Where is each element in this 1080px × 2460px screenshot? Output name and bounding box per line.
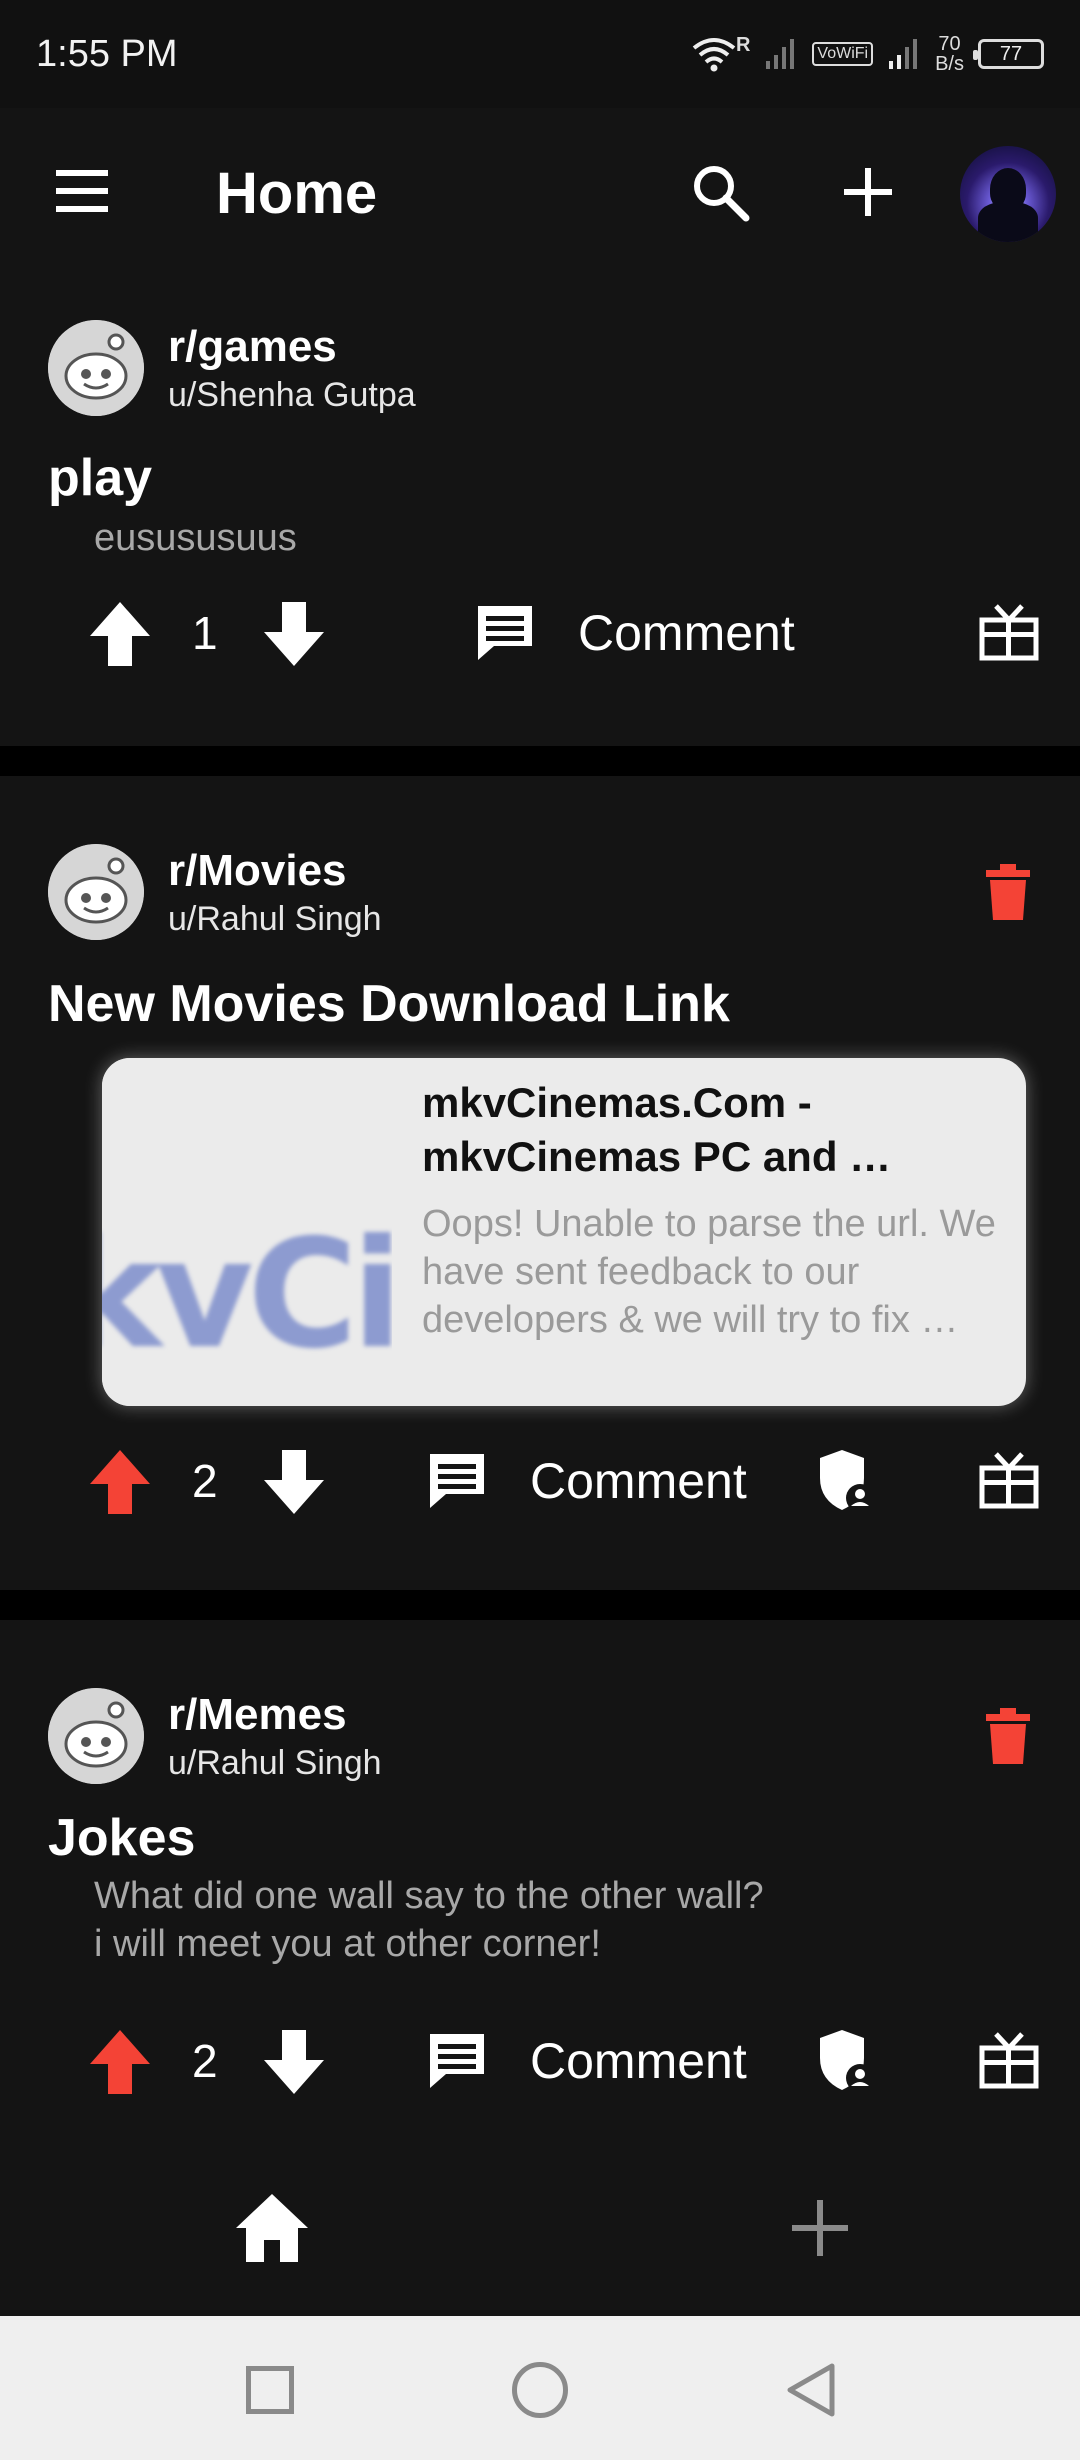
shield-user-icon[interactable] — [818, 1448, 876, 1514]
status-time: 1:55 PM — [36, 32, 178, 75]
post-author[interactable]: u/Rahul Singh — [168, 900, 382, 939]
search-icon[interactable] — [690, 162, 752, 224]
subreddit-name[interactable]: r/Movies — [168, 846, 347, 896]
link-description: Oops! Unable to parse the url. We have s… — [422, 1203, 996, 1341]
post-body-line: i will meet you at other corner! — [94, 1923, 601, 1965]
downvote-icon[interactable] — [262, 1448, 326, 1516]
app-bar: Home — [0, 108, 1080, 278]
battery-icon: 77 — [973, 39, 1044, 69]
page-title: Home — [216, 161, 378, 226]
comment-icon[interactable] — [426, 2030, 488, 2092]
subreddit-name[interactable]: r/games — [168, 322, 337, 372]
system-navigation-bar — [0, 2316, 1080, 2460]
bottom-nav — [0, 2144, 1080, 2316]
home-icon[interactable] — [232, 2188, 312, 2268]
avatar[interactable] — [960, 146, 1056, 242]
downvote-icon[interactable] — [262, 2028, 326, 2096]
recents-button[interactable] — [246, 2366, 294, 2414]
post-title[interactable]: play — [48, 448, 152, 508]
comment-icon[interactable] — [426, 1450, 488, 1512]
snoo-icon — [48, 1688, 144, 1784]
comment-button[interactable]: Comment — [578, 604, 795, 662]
status-icons: R VoWiFi 70 B/s 77 — [692, 34, 1044, 74]
gift-icon[interactable] — [978, 602, 1040, 662]
add-tab-icon[interactable] — [780, 2188, 860, 2268]
post-body: eusususuus — [94, 517, 297, 559]
post-divider — [0, 746, 1080, 776]
vote-score: 2 — [192, 1455, 218, 1507]
post-body-line: What did one wall say to the other wall? — [94, 1875, 764, 1917]
shield-user-icon[interactable] — [818, 2028, 876, 2094]
trash-icon[interactable] — [986, 864, 1030, 920]
post-author[interactable]: u/Shenha Gutpa — [168, 376, 416, 415]
snoo-icon — [48, 320, 144, 416]
post-author[interactable]: u/Rahul Singh — [168, 1744, 382, 1783]
post-divider — [0, 1590, 1080, 1620]
vote-score: 1 — [192, 607, 218, 659]
comment-button[interactable]: Comment — [530, 1452, 747, 1510]
trash-icon[interactable] — [986, 1708, 1030, 1764]
post-body: What did one wall say to the other wall?… — [94, 1872, 764, 1968]
roaming-indicator: R — [735, 34, 751, 56]
upvote-icon[interactable] — [88, 2028, 152, 2096]
comment-icon[interactable] — [474, 602, 536, 664]
post-card[interactable]: r/Movies u/Rahul Singh New Movies Downlo… — [0, 776, 1080, 1590]
gift-icon[interactable] — [978, 1450, 1040, 1510]
post-card[interactable]: r/games u/Shenha Gutpa play eusususuus 1… — [0, 278, 1080, 746]
signal-icon-2 — [889, 39, 918, 69]
back-icon[interactable] — [784, 2362, 840, 2418]
post-title[interactable]: Jokes — [48, 1808, 195, 1868]
vowifi-badge: VoWiFi — [812, 42, 874, 66]
menu-icon[interactable] — [52, 166, 112, 216]
status-bar: 1:55 PM R VoWiFi 70 B/s 77 — [0, 0, 1080, 108]
downvote-icon[interactable] — [262, 600, 326, 668]
upvote-icon[interactable] — [88, 1448, 152, 1516]
snoo-icon — [48, 844, 144, 940]
wifi-icon — [692, 38, 736, 72]
upvote-icon[interactable] — [88, 600, 152, 668]
signal-icon-1 — [766, 39, 795, 69]
vote-score: 2 — [192, 2035, 218, 2087]
gift-icon[interactable] — [978, 2030, 1040, 2090]
add-icon[interactable] — [838, 162, 898, 222]
subreddit-name[interactable]: r/Memes — [168, 1690, 347, 1740]
net-speed: 70 B/s — [935, 33, 964, 75]
comment-button[interactable]: Comment — [530, 2032, 747, 2090]
link-title: mkvCinemas.Com - mkvCinemas PC and … — [422, 1079, 892, 1180]
subreddit-avatar[interactable] — [48, 320, 144, 416]
link-thumbnail: kvCii — [102, 1058, 392, 1406]
post-card[interactable]: r/Memes u/Rahul Singh Jokes What did one… — [0, 1620, 1080, 2144]
post-title[interactable]: New Movies Download Link — [48, 974, 730, 1034]
link-preview-card[interactable]: kvCii mkvCinemas.Com - mkvCinemas PC and… — [102, 1058, 1026, 1406]
system-home-button[interactable] — [512, 2362, 568, 2418]
subreddit-avatar[interactable] — [48, 1688, 144, 1784]
subreddit-avatar[interactable] — [48, 844, 144, 940]
